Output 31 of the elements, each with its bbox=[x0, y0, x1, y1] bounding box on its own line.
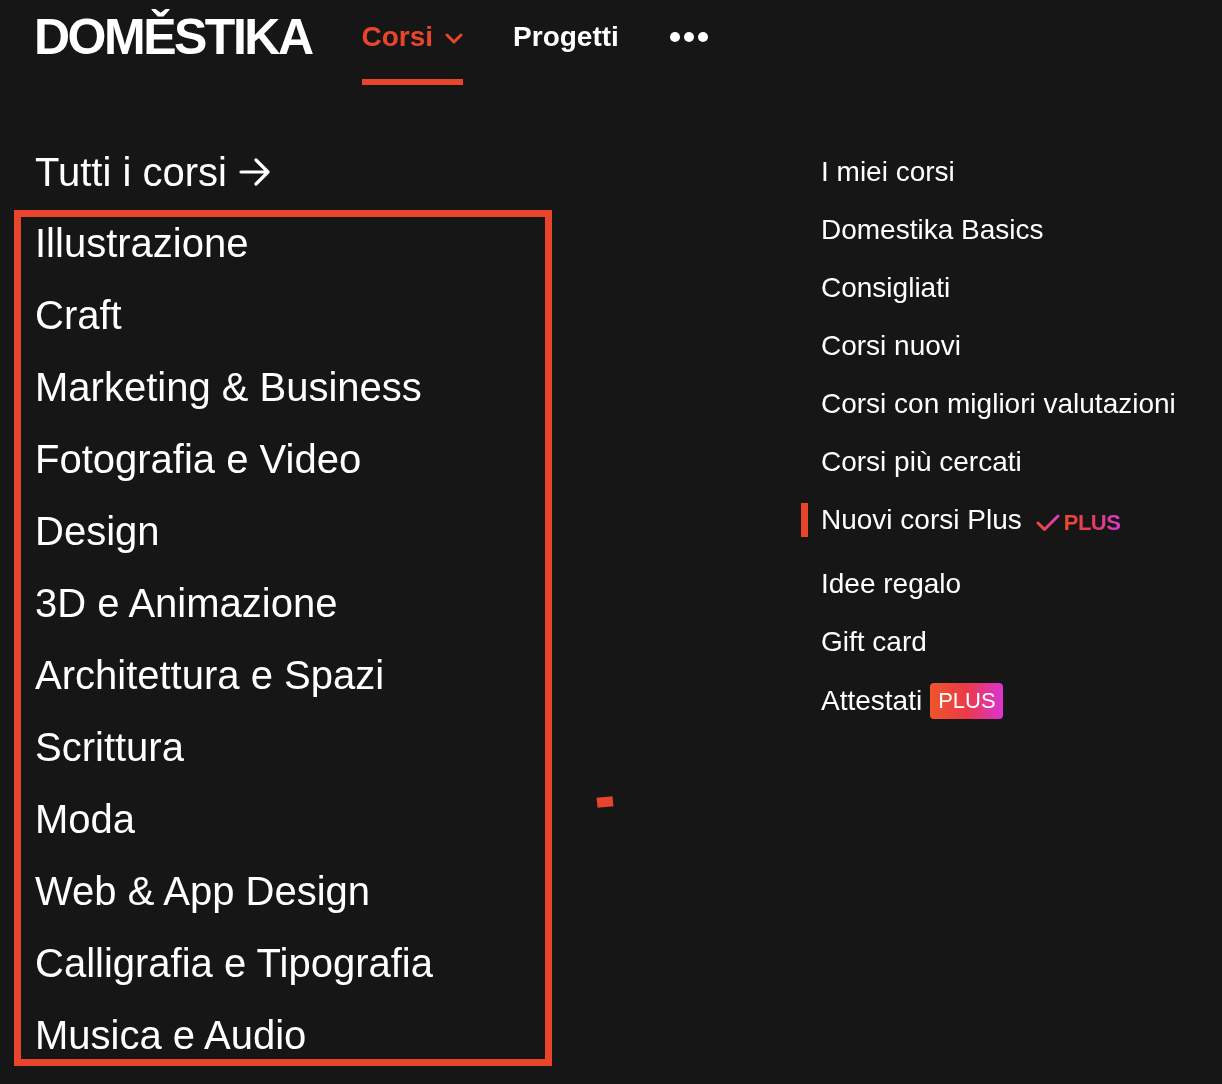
more-icon bbox=[668, 31, 709, 43]
menu-link[interactable]: Corsi più cercati bbox=[801, 445, 1022, 479]
category-link[interactable]: Design bbox=[35, 507, 160, 555]
dash-mark bbox=[596, 796, 614, 808]
menu-link[interactable]: Domestika Basics bbox=[801, 213, 1044, 247]
category-link[interactable]: Moda bbox=[35, 795, 136, 843]
nav-tab[interactable]: Corsi bbox=[361, 0, 464, 85]
category-link[interactable]: Fotografia e Video bbox=[35, 435, 362, 483]
menu-link[interactable]: I miei corsi bbox=[801, 155, 955, 189]
menu-link[interactable]: Nuovi corsi Plus bbox=[801, 503, 1022, 537]
category-link[interactable]: Illustrazione bbox=[35, 219, 249, 267]
menu-link[interactable]: Corsi nuovi bbox=[801, 329, 962, 363]
category-link[interactable]: 3D e Animazione bbox=[35, 579, 338, 627]
category-link[interactable]: Marketing & Business bbox=[35, 363, 422, 411]
category-link[interactable]: Musica e Audio bbox=[35, 1011, 307, 1059]
category-link[interactable]: Web & App Design bbox=[35, 867, 371, 915]
check-icon bbox=[1035, 514, 1060, 532]
menu-link[interactable]: Gift card bbox=[801, 625, 927, 659]
category-link[interactable]: Architettura e Spazi bbox=[35, 651, 385, 699]
caret-down-icon bbox=[445, 33, 464, 44]
category-link[interactable]: Scrittura bbox=[35, 723, 184, 771]
category-link[interactable]: Craft bbox=[35, 291, 122, 339]
nav-tab[interactable]: Progetti bbox=[513, 0, 619, 85]
category-link[interactable]: Calligrafia e Tipografia bbox=[35, 939, 433, 987]
arrow-right-icon bbox=[238, 158, 271, 186]
menu-link[interactable]: Idee regalo bbox=[801, 567, 962, 601]
all-courses-link[interactable]: Tutti i corsi bbox=[35, 148, 271, 196]
menu-link[interactable]: Consigliati bbox=[801, 271, 951, 305]
menu-link[interactable]: Corsi con migliori valutazioni bbox=[801, 387, 1176, 421]
menu-link[interactable]: Attestati bbox=[801, 684, 923, 718]
plus-badge: PLUS bbox=[930, 683, 1003, 719]
